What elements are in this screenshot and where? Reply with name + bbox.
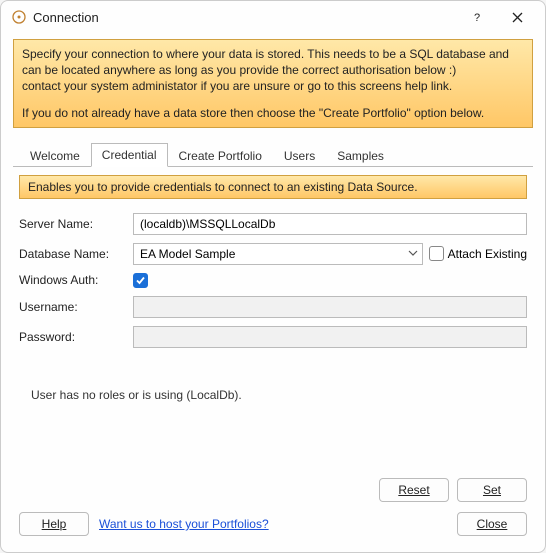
help-button[interactable]: Help <box>19 512 89 536</box>
attach-existing-label: Attach Existing <box>448 247 527 261</box>
server-name-input[interactable] <box>133 213 527 235</box>
host-portfolios-link[interactable]: Want us to host your Portfolios? <box>99 517 269 531</box>
credential-hint: Enables you to provide credentials to co… <box>19 175 527 199</box>
bottom-bar: Help Want us to host your Portfolios? Cl… <box>13 506 533 542</box>
database-name-label: Database Name: <box>19 247 127 261</box>
titlebar: Connection ? <box>1 1 545 33</box>
tab-strip: Welcome Credential Create Portfolio User… <box>13 142 533 167</box>
tab-panel-credential: Enables you to provide credentials to co… <box>13 167 533 406</box>
status-text: User has no roles or is using (LocalDb). <box>31 388 527 402</box>
info-line3: If you do not already have a data store … <box>22 105 524 121</box>
username-input[interactable] <box>133 296 527 318</box>
dialog-window: Connection ? Specify your connection to … <box>0 0 546 553</box>
database-name-select[interactable]: EA Model Sample <box>133 243 423 265</box>
password-label: Password: <box>19 330 127 344</box>
info-banner: Specify your connection to where your da… <box>13 39 533 128</box>
window-title: Connection <box>33 10 457 25</box>
chevron-down-icon <box>408 247 418 261</box>
windows-auth-label: Windows Auth: <box>19 273 127 287</box>
tab-samples[interactable]: Samples <box>326 144 395 167</box>
content-area: Specify your connection to where your da… <box>1 33 545 552</box>
attach-existing-box <box>429 246 444 261</box>
windows-auth-checkbox[interactable] <box>133 273 148 288</box>
svg-text:?: ? <box>474 12 480 23</box>
attach-existing-checkbox[interactable]: Attach Existing <box>429 246 527 261</box>
action-buttons: Reset Set <box>13 474 533 506</box>
close-titlebar-button[interactable] <box>497 3 537 31</box>
close-button[interactable]: Close <box>457 512 527 536</box>
tab-welcome[interactable]: Welcome <box>19 144 91 167</box>
help-titlebar-button[interactable]: ? <box>457 3 497 31</box>
info-line1: Specify your connection to where your da… <box>22 46 524 78</box>
reset-button[interactable]: Reset <box>379 478 449 502</box>
password-input[interactable] <box>133 326 527 348</box>
app-icon <box>11 9 27 25</box>
tab-users[interactable]: Users <box>273 144 326 167</box>
tab-credential[interactable]: Credential <box>91 143 168 167</box>
info-line2: contact your system administator if you … <box>22 78 524 94</box>
set-button[interactable]: Set <box>457 478 527 502</box>
tab-create-portfolio[interactable]: Create Portfolio <box>168 144 273 167</box>
database-name-value: EA Model Sample <box>140 247 235 261</box>
username-label: Username: <box>19 300 127 314</box>
server-name-label: Server Name: <box>19 217 127 231</box>
